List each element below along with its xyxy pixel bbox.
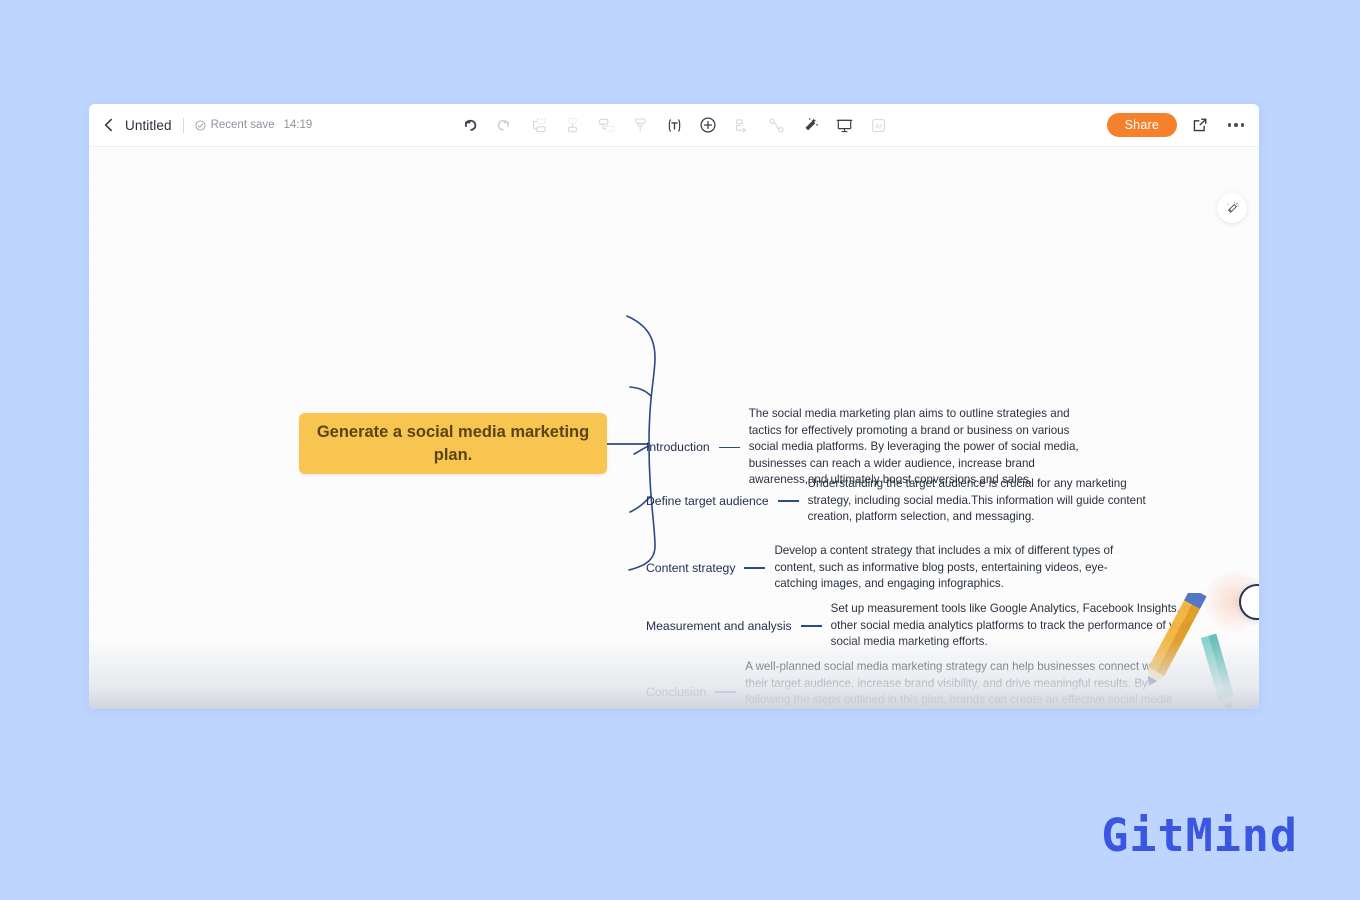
document-title[interactable]: Untitled: [125, 118, 172, 133]
format-painter-icon[interactable]: [623, 110, 657, 140]
export-arrow-icon[interactable]: [1187, 112, 1213, 138]
ai-badge-icon[interactable]: AI: [861, 110, 895, 140]
branch-dash: [744, 567, 766, 569]
save-timestamp: 14:19: [283, 119, 313, 131]
branch-define-target-audience: Define target audience Understanding the…: [646, 476, 1148, 526]
branch-dash: [718, 446, 740, 449]
branch-content-strategy: Content strategy Develop a content strat…: [646, 543, 1122, 593]
branch-dash: [715, 691, 737, 693]
branch-label[interactable]: Define target audience: [646, 494, 769, 509]
screenshot-root: Untitled Recent save 14:19 AI Share Gene…: [0, 0, 1360, 900]
plus-circle-icon[interactable]: [691, 110, 725, 140]
gitmind-wordmark: GitMind: [1101, 809, 1298, 862]
branch-label[interactable]: Measurement and analysis: [646, 619, 792, 634]
magic-wand-icon[interactable]: [793, 110, 827, 140]
branch-dash: [800, 625, 822, 627]
subtopic-node-icon[interactable]: [589, 110, 623, 140]
svg-text:AI: AI: [875, 121, 882, 130]
central-node[interactable]: Generate a social media marketing plan.: [299, 413, 607, 474]
branch-label[interactable]: Content strategy: [646, 561, 735, 576]
branch-body[interactable]: Develop a content strategy that includes…: [774, 543, 1122, 593]
header-right-group: Share: [1106, 104, 1249, 146]
branch-body[interactable]: A well-planned social media marketing st…: [745, 659, 1173, 709]
branch-conclusion: Conclusion A well-planned social media m…: [646, 659, 1173, 709]
save-status: Recent save 14:19: [195, 119, 313, 131]
mindmap-canvas[interactable]: Generate a social media marketing plan. …: [89, 146, 1259, 709]
curve-link-icon[interactable]: [759, 110, 793, 140]
branch-measurement-and-analysis: Measurement and analysis Set up measurem…: [646, 601, 1203, 651]
share-button[interactable]: Share: [1106, 112, 1177, 138]
sibling-node-icon[interactable]: [521, 110, 555, 140]
more-dots-icon[interactable]: [1223, 112, 1249, 138]
branch-label[interactable]: Conclusion: [646, 685, 706, 700]
text-bracket-icon[interactable]: [657, 110, 691, 140]
save-status-label: Recent save: [210, 119, 275, 131]
child-node-icon[interactable]: [555, 110, 589, 140]
mindmap-tree: Generate a social media marketing plan. …: [89, 146, 1259, 709]
header-divider: [182, 117, 184, 133]
relation-arrow-icon[interactable]: [725, 110, 759, 140]
header-left-group: Untitled Recent save 14:19: [101, 104, 312, 146]
chevron-left-icon[interactable]: [101, 117, 117, 133]
app-header: Untitled Recent save 14:19 AI Share: [89, 104, 1259, 147]
magic-wand-icon[interactable]: [1217, 193, 1247, 223]
presentation-icon[interactable]: [827, 110, 861, 140]
branch-label[interactable]: Introduction: [646, 440, 710, 455]
toolbar-group: AI: [453, 110, 895, 140]
check-circle-icon: [195, 119, 206, 131]
redo-arrow-icon[interactable]: [487, 110, 521, 140]
gitmind-app-window: Untitled Recent save 14:19 AI Share Gene…: [89, 104, 1259, 709]
undo-arrow-icon[interactable]: [453, 110, 487, 140]
branch-body[interactable]: Understanding the target audience is cru…: [808, 476, 1148, 526]
branch-dash: [777, 500, 799, 502]
